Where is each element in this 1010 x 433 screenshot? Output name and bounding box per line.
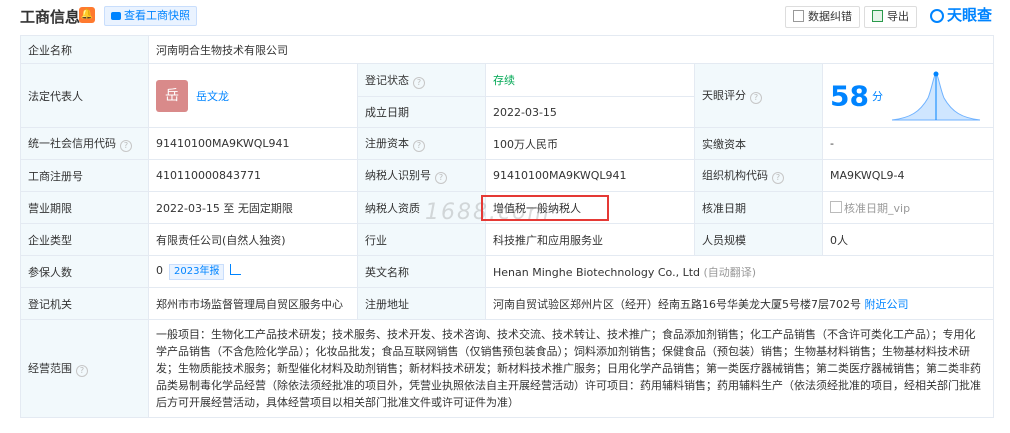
- help-icon[interactable]: ?: [750, 92, 762, 104]
- taxpayer-id-key: 纳税人识别号?: [357, 159, 486, 192]
- term-key: 营业期限: [20, 191, 149, 224]
- logo-icon: [930, 9, 944, 23]
- report-year-button[interactable]: 2023年报: [169, 263, 225, 280]
- credit-code-key-label: 统一社会信用代码: [28, 137, 116, 150]
- highlight-box: [481, 195, 609, 221]
- score-unit: 分: [871, 89, 883, 103]
- org-code-key-label: 组织机构代码: [702, 169, 768, 182]
- staff-value: 0人: [821, 223, 995, 256]
- export-label: 导出: [887, 10, 909, 23]
- help-icon[interactable]: ?: [120, 140, 132, 152]
- score-value: 58: [830, 79, 869, 112]
- broken-image-icon: [830, 200, 842, 213]
- org-code-key: 组织机构代码?: [694, 159, 823, 192]
- legal-rep-key: 法定代表人: [20, 63, 149, 128]
- bell-icon[interactable]: 🔔: [79, 7, 95, 23]
- legal-rep-link[interactable]: 岳文龙: [196, 90, 229, 103]
- help-icon[interactable]: ?: [435, 172, 447, 184]
- business-info-table: 企业名称 河南明合生物技术有限公司 法定代表人 岳岳文龙 登记状态? 存续 天眼…: [20, 35, 995, 418]
- staff-key: 人员规模: [694, 223, 823, 256]
- score-key-label: 天眼评分: [702, 89, 746, 102]
- camera-icon: [111, 12, 121, 20]
- status-key: 登记状态?: [357, 63, 486, 97]
- paid-capital-key: 实缴资本: [694, 127, 823, 160]
- en-name-cell: Henan Minghe Biotechnology Co., Ltd (自动翻…: [484, 255, 995, 288]
- en-name-value: Henan Minghe Biotechnology Co., Ltd: [493, 265, 700, 279]
- table-row: 登记机关 郑州市市场监督管理局自贸区服务中心 注册地址 河南自贸试验区郑州片区（…: [20, 287, 995, 320]
- credit-code-value: 91410100MA9KWQL941: [148, 127, 358, 160]
- excel-icon: [872, 10, 883, 22]
- table-row: 经营范围? 一般项目：生物化工产品技术研发；技术服务、技术开发、技术咨询、技术交…: [20, 319, 995, 418]
- taxpayer-id-value: 91410100MA9KWQL941: [485, 159, 695, 192]
- reg-capital-key: 注册资本?: [357, 127, 486, 160]
- trend-chart-icon[interactable]: [230, 263, 242, 275]
- authority-value: 郑州市市场监督管理局自贸区服务中心: [148, 287, 358, 320]
- authority-key: 登记机关: [20, 287, 149, 320]
- score-key: 天眼评分?: [694, 63, 823, 128]
- type-key: 企业类型: [20, 223, 149, 256]
- address-key: 注册地址: [357, 287, 486, 320]
- approve-date-key: 核准日期: [694, 191, 823, 224]
- nearby-companies-link[interactable]: 附近公司: [865, 298, 909, 311]
- approve-date-alt: 核准日期_vip: [844, 201, 911, 215]
- table-row: 参保人数 0 2023年报 英文名称 Henan Minghe Biotechno…: [20, 255, 995, 288]
- report-error-label: 数据纠错: [808, 10, 852, 23]
- export-button[interactable]: 导出: [864, 6, 917, 28]
- taxpayer-id-key-label: 纳税人识别号: [365, 169, 431, 182]
- company-name-key: 企业名称: [20, 35, 149, 64]
- help-icon[interactable]: ?: [772, 172, 784, 184]
- section-title: 工商信息: [20, 8, 81, 26]
- report-error-button[interactable]: 数据纠错: [785, 6, 860, 28]
- logo-text: 天眼查: [947, 6, 993, 24]
- founded-key: 成立日期: [357, 96, 486, 128]
- table-row: 统一社会信用代码? 91410100MA9KWQL941 注册资本? 100万人…: [20, 127, 995, 160]
- insured-key: 参保人数: [20, 255, 149, 288]
- status-key-label: 登记状态: [365, 73, 409, 87]
- tianyancha-logo: 天眼查: [930, 4, 992, 25]
- scope-key: 经营范围?: [20, 319, 149, 418]
- founded-value: 2022-03-15: [485, 96, 695, 128]
- table-row: 企业类型 有限责任公司(自然人独资) 行业 科技推广和应用服务业 人员规模 0人: [20, 223, 995, 256]
- table-row: 企业名称 河南明合生物技术有限公司: [20, 35, 995, 64]
- help-icon[interactable]: ?: [413, 140, 425, 152]
- credit-code-key: 统一社会信用代码?: [20, 127, 149, 160]
- legal-rep-cell: 岳岳文龙: [148, 63, 358, 128]
- en-name-note: (自动翻译): [703, 265, 757, 279]
- paid-capital-value: -: [821, 127, 995, 160]
- scope-key-label: 经营范围: [28, 362, 72, 375]
- scope-value: 一般项目：生物化工产品技术研发；技术服务、技术开发、技术咨询、技术交流、技术转让…: [147, 319, 995, 418]
- table-row: 法定代表人 岳岳文龙 登记状态? 存续 天眼评分? 58 分: [20, 63, 995, 128]
- approve-date-value: 核准日期_vip: [821, 191, 995, 224]
- org-code-value: MA9KWQL9-4: [821, 159, 995, 192]
- table-row: 工商注册号 410110000843771 纳税人识别号? 91410100MA…: [20, 159, 995, 192]
- company-name-value: 河南明合生物技术有限公司: [147, 35, 995, 64]
- score-cell[interactable]: 58 分: [821, 63, 995, 128]
- help-icon[interactable]: ?: [76, 365, 88, 377]
- snapshot-button[interactable]: 查看工商快照: [104, 6, 197, 26]
- address-value: 河南自贸试验区郑州片区（经开）经南五路16号华美龙大厦5号楼7层702号: [493, 297, 861, 311]
- en-name-key: 英文名称: [357, 255, 486, 288]
- score-distribution-chart: [892, 71, 981, 120]
- address-cell: 河南自贸试验区郑州片区（经开）经南五路16号华美龙大厦5号楼7层702号 附近公…: [484, 287, 995, 320]
- section-header: 工商信息 🔔 查看工商快照 数据纠错 导出 天眼查: [0, 0, 1010, 32]
- industry-value: 科技推广和应用服务业: [485, 223, 695, 256]
- avatar[interactable]: 岳: [156, 79, 188, 112]
- help-icon[interactable]: ?: [413, 76, 425, 89]
- reg-capital-key-label: 注册资本: [365, 137, 409, 150]
- reg-no-key: 工商注册号: [20, 159, 149, 192]
- snapshot-label: 查看工商快照: [124, 9, 190, 22]
- edit-icon: [793, 10, 804, 22]
- type-value: 有限责任公司(自然人独资): [148, 223, 358, 256]
- insured-value-cell: 0 2023年报: [148, 255, 358, 288]
- reg-capital-value: 100万人民币: [485, 127, 695, 160]
- term-value: 2022-03-15 至 无固定期限: [148, 191, 358, 224]
- status-value: 存续: [485, 63, 695, 97]
- industry-key: 行业: [357, 223, 486, 256]
- reg-no-value: 410110000843771: [148, 159, 358, 192]
- insured-value: 0: [156, 263, 163, 277]
